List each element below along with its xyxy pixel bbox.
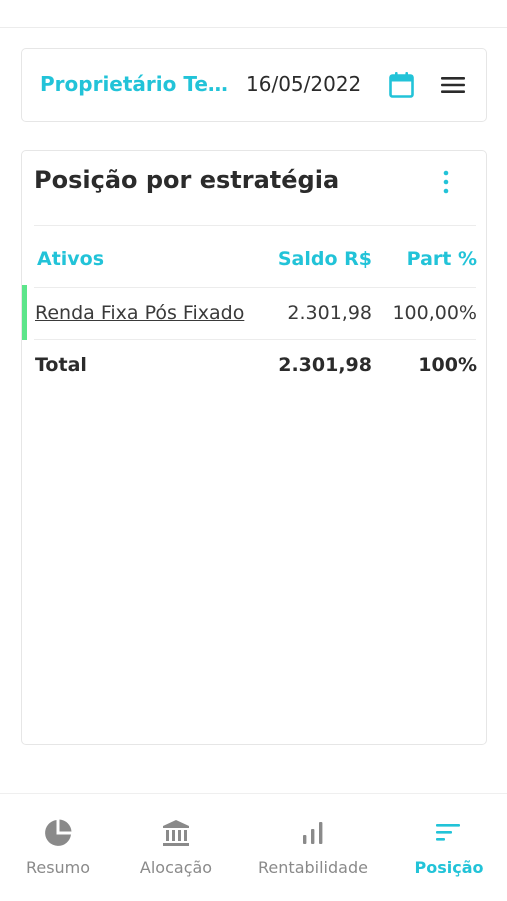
owner-name[interactable]: Proprietário Teste: [40, 72, 230, 96]
nav-item-posicao[interactable]: Posição: [408, 794, 490, 901]
nav-label-alocacao: Alocação: [139, 858, 213, 877]
nav-item-resumo[interactable]: Resumo: [16, 794, 100, 901]
pie-chart-icon: [45, 819, 72, 846]
sort-lines-icon: [436, 824, 460, 841]
bar-chart-icon: [303, 822, 323, 844]
nav-label-posicao: Posição: [414, 858, 484, 877]
header-divider: [34, 287, 476, 288]
selected-date[interactable]: 16/05/2022: [246, 72, 361, 96]
total-label: Total: [35, 354, 87, 376]
nav-label-rentabilidade: Rentabilidade: [258, 858, 368, 877]
column-header-saldo: Saldo R$: [277, 248, 372, 270]
hamburger-menu-icon[interactable]: [440, 74, 466, 96]
bottom-navigation: Resumo Alocação Rentabilidade Posição: [0, 793, 507, 900]
card-title: Posição por estratégia: [34, 166, 340, 194]
strategy-position-card: Posição por estratégia Ativos Saldo R$ P…: [21, 150, 487, 745]
nav-item-rentabilidade[interactable]: Rentabilidade: [254, 794, 372, 901]
status-bar-area: [0, 0, 507, 28]
asset-link[interactable]: Renda Fixa Pós Fixado: [35, 302, 244, 324]
column-header-part: Part %: [406, 248, 477, 270]
title-divider: [34, 225, 476, 226]
asset-part: 100,00%: [392, 302, 477, 324]
header-card: Proprietário Teste 16/05/2022: [21, 48, 487, 122]
total-part: 100%: [418, 354, 477, 376]
nav-label-resumo: Resumo: [25, 858, 91, 877]
more-options-icon[interactable]: [436, 168, 456, 196]
row-color-marker: [22, 285, 27, 340]
row-divider: [34, 339, 476, 340]
bank-icon: [163, 820, 189, 846]
nav-item-alocacao[interactable]: Alocação: [128, 794, 224, 901]
calendar-icon[interactable]: [388, 71, 415, 99]
column-header-ativos: Ativos: [37, 248, 105, 270]
total-saldo: 2.301,98: [278, 354, 372, 376]
asset-saldo: 2.301,98: [287, 302, 372, 324]
